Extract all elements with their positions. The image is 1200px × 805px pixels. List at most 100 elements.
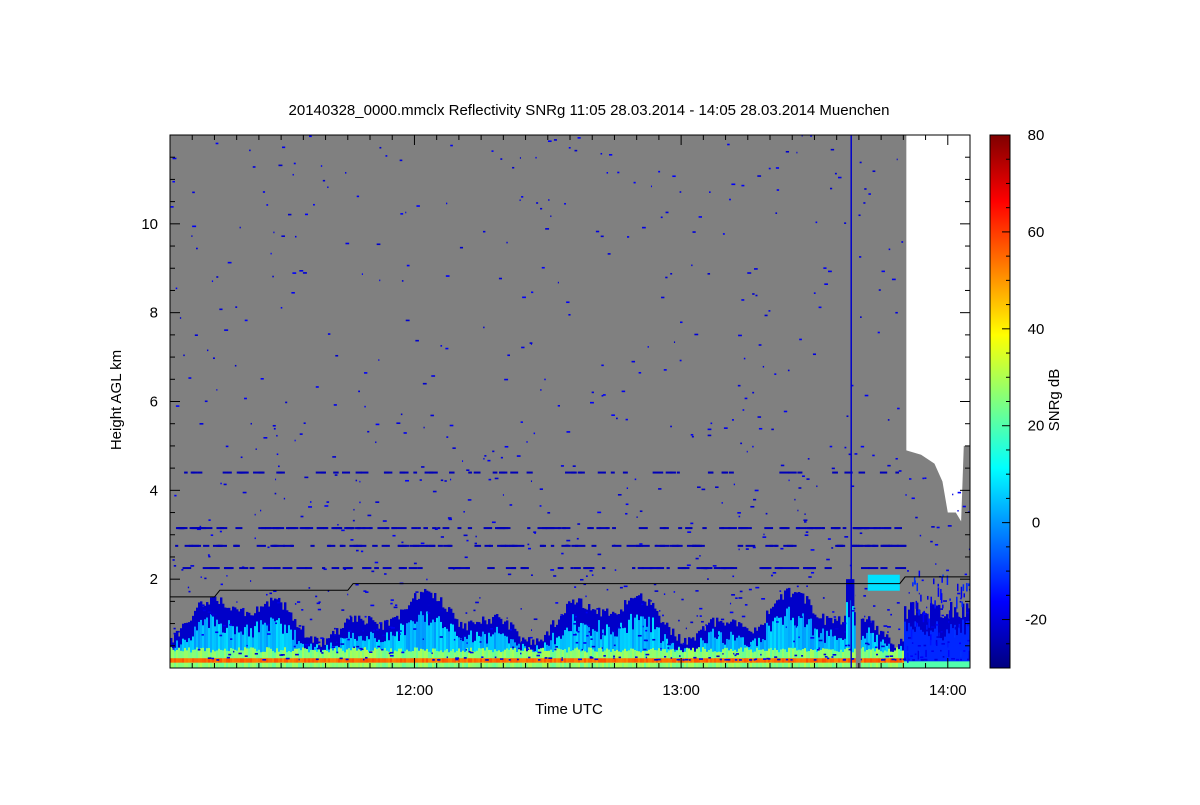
gap-streak [929,639,932,646]
noise-speckle [829,445,833,448]
noise-speckle [645,639,648,642]
noise-speckle [853,607,856,610]
noise-speckle [712,565,717,567]
noise-line [505,567,517,570]
noise-speckle [225,128,227,130]
noise-speckle [597,553,602,556]
noise-speckle [315,386,319,388]
noise-speckle [208,555,211,558]
noise-speckle [274,492,277,495]
noise-line [487,567,495,570]
noise-speckle [273,427,276,430]
noise-line [632,567,636,570]
noise-speckle [601,633,604,635]
noise-line [497,527,503,530]
noise-speckle [321,652,324,654]
noise-speckle [576,537,579,540]
noise-speckle [530,480,533,483]
noise-speckle [625,418,628,421]
noise-speckle [561,552,564,555]
noise-speckle [479,597,481,599]
noise-line [256,544,266,547]
noise-speckle [403,432,407,434]
gap-streak [963,593,966,598]
noise-speckle [275,622,278,625]
noise-speckle [452,447,456,449]
noise-line [561,544,571,547]
noise-speckle [695,590,699,592]
noise-line [605,527,610,530]
noise-speckle [220,482,222,485]
noise-speckle [506,617,508,619]
gap-streak [938,632,940,637]
noise-speckle [891,278,896,281]
noise-speckle [729,198,731,201]
noise-speckle [337,523,339,526]
noise-speckle [540,207,543,210]
noise-speckle [216,659,220,661]
noise-speckle [262,658,267,661]
noise-speckle [459,246,464,249]
noise-speckle [738,515,741,518]
noise-speckle [650,600,652,602]
noise-speckle [591,391,594,394]
noise-line [676,544,683,547]
noise-speckle [577,137,581,139]
noise-speckle [364,372,368,374]
noise-speckle [772,572,777,574]
noise-speckle [294,439,296,442]
noise-speckle [923,644,927,647]
noise-speckle [355,583,359,586]
noise-speckle [737,384,741,387]
noise-speckle [292,173,294,176]
noise-line [413,471,418,474]
noise-speckle [378,359,380,361]
noise-speckle [540,389,542,391]
gap-streak [942,604,944,609]
noise-speckle [876,653,879,656]
noise-speckle [375,441,377,444]
noise-speckle [888,248,891,251]
noise-speckle [539,505,542,507]
noise-speckle [204,577,207,580]
noise-speckle [859,532,863,535]
noise-speckle [682,642,686,645]
noise-speckle [512,166,515,169]
noise-speckle [946,569,950,572]
noise-speckle [211,280,214,283]
noise-speckle [935,624,939,626]
noise-speckle [585,595,587,598]
noise-speckle [229,623,232,626]
noise-speckle [731,419,734,421]
gap-streak [930,596,932,606]
noise-speckle [281,654,285,656]
noise-speckle [528,656,531,659]
noise-speckle [770,574,774,577]
noise-line [377,527,388,530]
noise-speckle [315,595,318,598]
noise-speckle [831,467,835,470]
noise-speckle [309,135,312,138]
noise-speckle [568,146,571,149]
noise-speckle [833,616,837,618]
noise-speckle [375,501,380,503]
noise-speckle [761,598,766,600]
noise-line [437,544,443,547]
noise-speckle [785,150,790,153]
y-axis-label: Height AGL km [108,350,125,450]
noise-speckle [334,627,336,630]
noise-speckle [774,656,778,658]
noise-speckle [758,344,762,346]
gap-streak [920,594,922,602]
noise-speckle [657,658,661,661]
noise-speckle [491,150,494,152]
noise-speckle [930,626,935,628]
noise-speckle [234,364,237,367]
noise-line [832,471,838,474]
noise-speckle [735,597,738,599]
noise-speckle [600,235,604,238]
noise-line [362,527,371,530]
noise-speckle [872,454,875,457]
noise-speckle [463,635,465,637]
noise-speckle [291,291,295,294]
